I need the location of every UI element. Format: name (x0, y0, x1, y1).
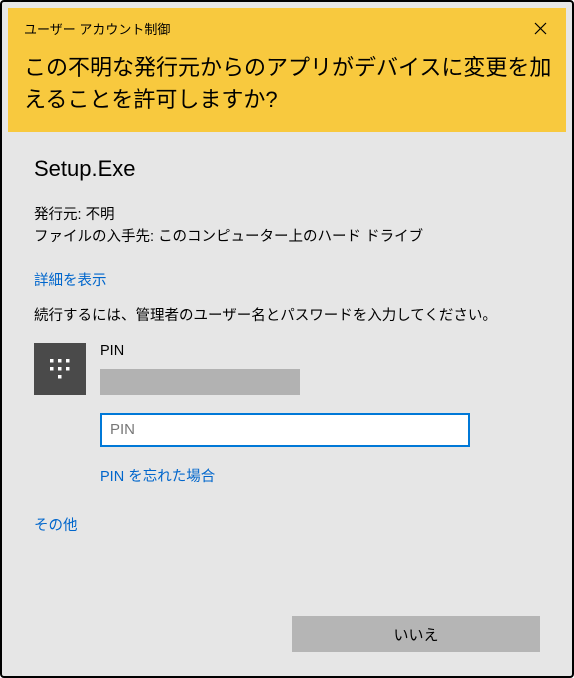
origin-label: ファイルの入手先: (34, 229, 154, 245)
close-button[interactable] (526, 14, 554, 42)
no-button[interactable]: いいえ (292, 616, 540, 652)
credential-block: PIN PIN を忘れた場合 (34, 343, 540, 486)
forgot-pin-link[interactable]: PIN を忘れた場合 (100, 465, 540, 486)
dialog-inner: ユーザー アカウント制御 この不明な発行元からのアプリがデバイスに変更を加えるこ… (8, 8, 566, 670)
dialog-footer: いいえ (34, 616, 540, 652)
title-row: ユーザー アカウント制御 (24, 14, 554, 42)
show-details-link[interactable]: 詳細を表示 (34, 269, 540, 290)
dialog-heading: この不明な発行元からのアプリがデバイスに変更を加えることを許可しますか? (24, 52, 554, 116)
pin-input[interactable] (100, 413, 470, 447)
app-name: Setup.Exe (34, 156, 540, 182)
keypad-icon (34, 343, 86, 395)
publisher-label: 発行元: (34, 207, 82, 223)
close-icon (534, 22, 547, 35)
dialog-body: Setup.Exe 発行元: 不明 ファイルの入手先: このコンピューター上のハ… (8, 132, 566, 670)
username-redacted (100, 369, 300, 395)
dialog-title: ユーザー アカウント制御 (24, 19, 170, 38)
credential-fields: PIN PIN を忘れた場合 (100, 343, 540, 486)
instruction-text: 続行するには、管理者のユーザー名とパスワードを入力してください。 (34, 304, 540, 325)
dialog-header: ユーザー アカウント制御 この不明な発行元からのアプリがデバイスに変更を加えるこ… (8, 8, 566, 132)
origin-line: ファイルの入手先: このコンピューター上のハード ドライブ (34, 226, 540, 248)
other-options-link[interactable]: その他 (34, 514, 540, 535)
origin-value: このコンピューター上のハード ドライブ (158, 229, 423, 245)
pin-label: PIN (100, 343, 540, 359)
publisher-line: 発行元: 不明 (34, 204, 540, 226)
uac-dialog: ユーザー アカウント制御 この不明な発行元からのアプリがデバイスに変更を加えるこ… (0, 0, 574, 678)
publisher-value: 不明 (86, 207, 115, 223)
